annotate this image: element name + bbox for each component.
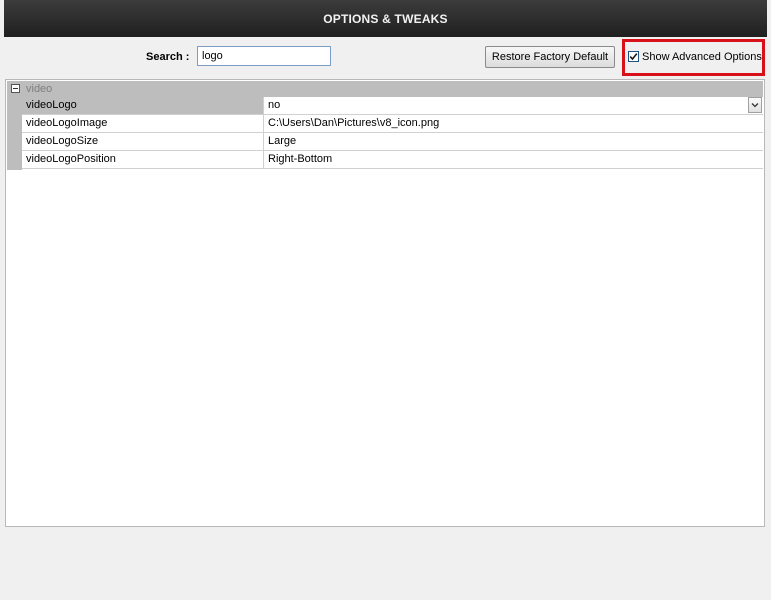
window-title-bar: OPTIONS & TWEAKS [4,0,767,37]
property-name: videoLogoSize [22,133,264,150]
restore-factory-default-button[interactable]: Restore Factory Default [485,46,615,68]
property-row-videologoposition[interactable]: videoLogoPosition Right-Bottom [22,151,763,169]
show-advanced-label[interactable]: Show Advanced Options [642,50,762,64]
chevron-down-icon [751,103,759,108]
show-advanced-checkbox[interactable] [628,51,639,62]
property-value-dropdown[interactable]: no [264,97,763,114]
search-input[interactable] [197,46,331,66]
property-value: no [268,99,281,111]
group-label: video [26,83,53,95]
property-row-videologosize[interactable]: videoLogoSize Large [22,133,763,151]
property-row-videologoimage[interactable]: videoLogoImage C:\Users\Dan\Pictures\v8_… [22,115,763,133]
checkmark-icon [629,53,638,61]
property-value[interactable]: C:\Users\Dan\Pictures\v8_icon.png [264,115,763,132]
group-gutter [7,97,22,170]
group-header-video[interactable]: video [7,81,763,97]
search-label: Search : [146,51,190,63]
property-name: videoLogoPosition [22,151,264,168]
property-grid: video videoLogo no videoLogoImage C:\Use… [5,79,765,527]
property-name: videoLogo [22,97,264,114]
property-name: videoLogoImage [22,115,264,132]
collapse-icon[interactable] [11,84,20,93]
property-value[interactable]: Large [264,133,763,150]
property-value[interactable]: Right-Bottom [264,151,763,168]
dropdown-button[interactable] [748,97,762,113]
window-title: OPTIONS & TWEAKS [323,11,448,26]
property-row-videologo[interactable]: videoLogo no [22,97,763,115]
